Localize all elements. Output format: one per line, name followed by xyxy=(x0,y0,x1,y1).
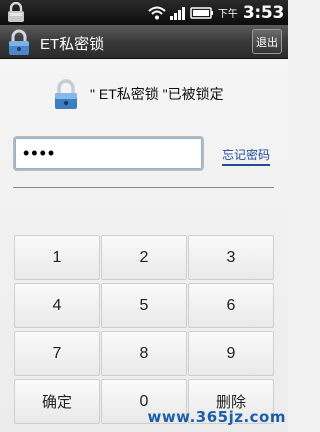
confirm-button[interactable]: 确定 xyxy=(14,379,100,424)
watermark: www.365jz.com xyxy=(147,408,286,426)
key-8[interactable]: 8 xyxy=(101,331,187,376)
app-lock-icon xyxy=(9,29,29,55)
battery-icon xyxy=(190,6,213,19)
key-7[interactable]: 7 xyxy=(14,331,100,376)
app-title: ET私密锁 xyxy=(40,36,105,53)
key-3[interactable]: 3 xyxy=(188,235,274,280)
password-input[interactable]: •••• xyxy=(13,136,204,171)
status-ampm: 下午 xyxy=(217,9,238,20)
key-6[interactable]: 6 xyxy=(188,283,274,328)
status-time: 3:53 xyxy=(242,2,284,23)
exit-button[interactable]: 退出 xyxy=(252,29,282,54)
key-2[interactable]: 2 xyxy=(101,235,187,280)
forgot-password-link[interactable]: 忘记密码 xyxy=(222,146,271,166)
signal-icon xyxy=(169,6,185,20)
wifi-icon xyxy=(148,6,166,19)
key-5[interactable]: 5 xyxy=(101,283,187,328)
locked-message: " ET私密锁 "已被锁定 xyxy=(90,86,224,102)
status-bar: 下午 3:53 xyxy=(0,0,288,25)
title-bar: ET私密锁 退出 xyxy=(0,25,288,59)
key-1[interactable]: 1 xyxy=(14,235,100,280)
key-9[interactable]: 9 xyxy=(188,331,274,376)
lock-icon xyxy=(8,2,24,22)
padlock-icon xyxy=(55,79,77,109)
divider xyxy=(13,187,274,188)
locked-message-row: " ET私密锁 "已被锁定 xyxy=(50,78,224,110)
key-4[interactable]: 4 xyxy=(14,283,100,328)
main-panel: " ET私密锁 "已被锁定 •••• 忘记密码 1 2 3 4 5 6 7 8 … xyxy=(0,60,288,432)
